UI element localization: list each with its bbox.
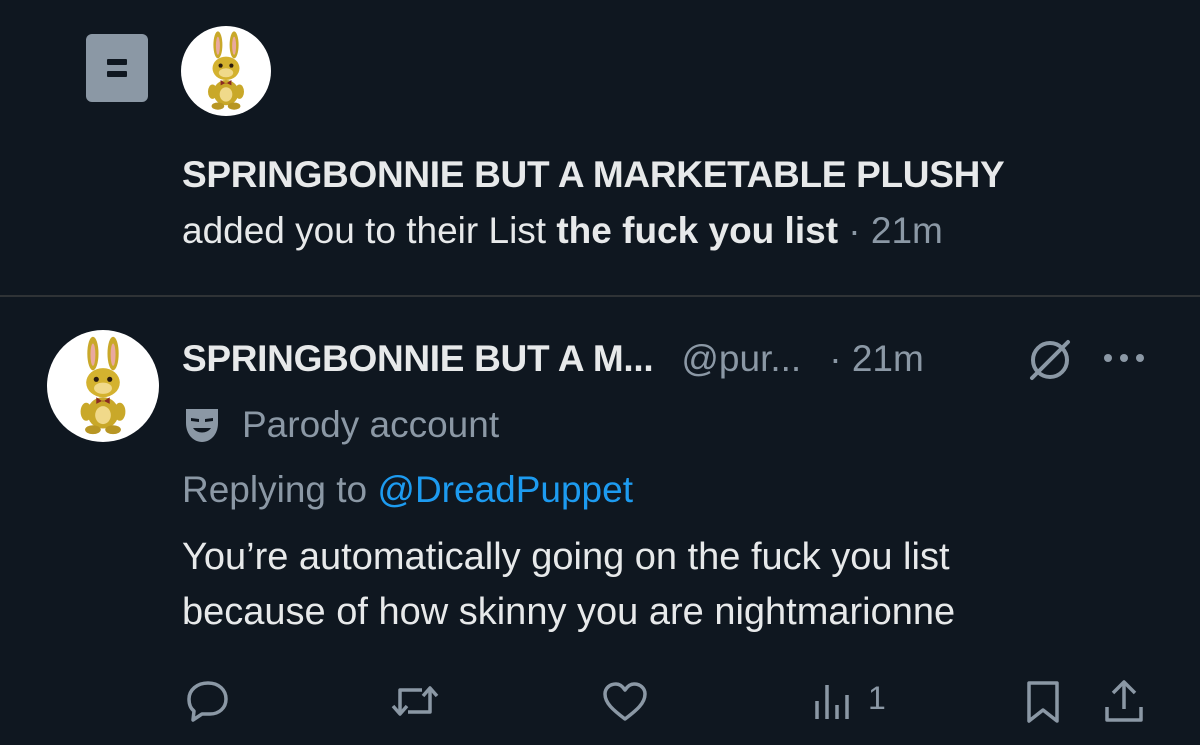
notification-action-text: added you to their List (182, 210, 547, 251)
reply-icon[interactable] (184, 679, 232, 723)
parody-label-text: Parody account (242, 404, 500, 445)
more-icon[interactable] (1100, 350, 1148, 366)
separator-dot: · (848, 210, 861, 251)
notification-time: 21m (870, 210, 943, 251)
bookmark-icon[interactable] (1024, 679, 1062, 725)
post-time-value: 21m (851, 338, 924, 379)
bunny-plush-avatar-image (208, 31, 244, 110)
no-sign-icon (1030, 340, 1070, 380)
replying-to: Replying to @DreadPuppet (182, 469, 633, 511)
replying-prefix: Replying to (182, 469, 368, 510)
post-header: SPRINGBONNIE BUT A M... @pur... · 21m (182, 336, 924, 382)
post-avatar[interactable] (47, 330, 159, 442)
divider (0, 295, 1200, 297)
theater-mask-icon (186, 409, 218, 442)
list-added-notification[interactable]: SPRINGBONNIE BUT A MARKETABLE PLUSHY add… (0, 0, 1200, 296)
list-icon (86, 34, 148, 102)
post-display-name[interactable]: SPRINGBONNIE BUT A M... (182, 338, 654, 380)
views-icon[interactable] (812, 679, 858, 721)
post-text-line: because of how skinny you are nightmario… (182, 591, 956, 633)
avatar[interactable] (181, 26, 271, 116)
parody-label: Parody account (182, 402, 499, 448)
separator-dot: · (829, 338, 842, 379)
notification-text: added you to their List the fuck you lis… (182, 210, 943, 252)
share-icon[interactable] (1102, 677, 1146, 725)
post-time[interactable]: · 21m (829, 338, 924, 380)
replying-to-link[interactable]: @DreadPuppet (377, 469, 633, 510)
post-handle[interactable]: @pur... (681, 338, 801, 380)
post-text-line: You’re automatically going on the fuck y… (182, 536, 950, 578)
notification-account-name[interactable]: SPRINGBONNIE BUT A MARKETABLE PLUSHY (182, 154, 1005, 196)
heart-icon[interactable] (601, 681, 649, 723)
repost-icon[interactable] (388, 680, 442, 722)
bunny-plush-avatar-image (80, 336, 126, 435)
list-name-link[interactable]: the fuck you list (556, 210, 838, 251)
views-count: 1 (868, 680, 886, 716)
post-text: You’re automatically going on the fuck y… (182, 530, 955, 640)
